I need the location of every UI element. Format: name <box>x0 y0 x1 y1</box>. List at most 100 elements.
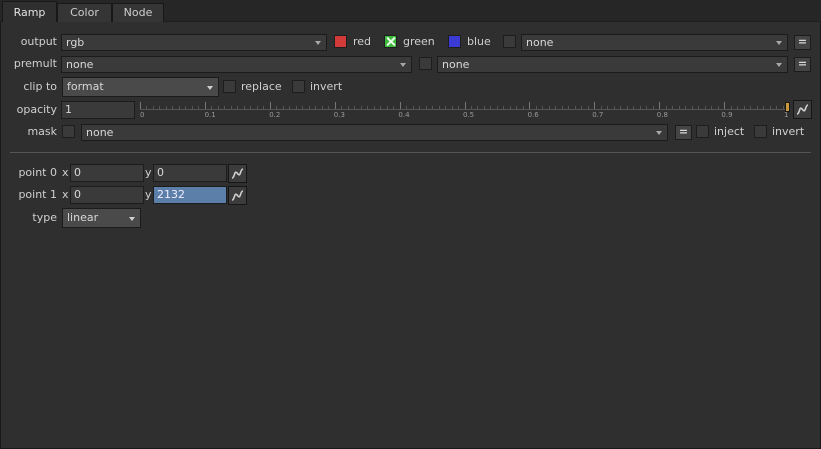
inject-checkbox[interactable] <box>696 125 709 138</box>
slider-tick <box>685 106 687 109</box>
point0-x-input[interactable]: 0 <box>70 164 144 182</box>
slider-tick <box>730 106 732 109</box>
slider-tick <box>386 106 388 109</box>
slider-tick <box>230 106 232 109</box>
output-label: output <box>20 35 57 48</box>
slider-tick-label: 0.3 <box>333 111 345 119</box>
chevron-down-icon <box>656 131 662 135</box>
mask-link-button[interactable]: = <box>675 125 692 140</box>
slider-tick-label: 0.2 <box>269 111 281 119</box>
slider-tick <box>406 106 408 109</box>
slider-tick <box>672 106 674 109</box>
tab-node[interactable]: Node <box>112 3 164 23</box>
slider-tick <box>217 106 219 109</box>
slider-tick <box>470 106 472 109</box>
premult-link-button[interactable]: = <box>794 57 811 72</box>
slider-tick <box>341 106 343 109</box>
slider-tick <box>354 106 356 109</box>
slider-tick <box>373 106 375 109</box>
premult-checkbox[interactable] <box>419 57 432 70</box>
inject-label: inject <box>714 125 745 138</box>
green-channel-checkbox[interactable] <box>384 35 397 48</box>
opacity-input[interactable]: 1 <box>61 101 135 119</box>
premult-dropdown[interactable]: none <box>61 56 412 73</box>
point1-y-label: y <box>145 188 152 201</box>
tab-color[interactable]: Color <box>57 3 112 23</box>
red-channel-label: red <box>353 35 372 48</box>
tab-ramp[interactable]: Ramp <box>2 1 57 23</box>
opacity-slider[interactable] <box>140 101 790 110</box>
slider-tick <box>308 106 310 109</box>
slider-tick <box>678 106 680 109</box>
slider-tick <box>633 106 635 109</box>
premult-extra-dropdown[interactable]: none <box>437 56 788 73</box>
premult-label: premult <box>13 57 57 70</box>
mask-label: mask <box>27 125 57 138</box>
output-extra-dropdown[interactable]: none <box>521 34 788 51</box>
point1-y-input[interactable]: 2132 <box>153 186 227 204</box>
mask-checkbox[interactable] <box>62 125 75 138</box>
slider-tick <box>581 106 583 109</box>
slider-tick <box>399 102 401 109</box>
slider-tick <box>503 106 505 109</box>
clip-invert-checkbox[interactable] <box>292 80 305 93</box>
type-value: linear <box>67 211 99 224</box>
point1-animation-button[interactable] <box>228 186 247 205</box>
mask-dropdown[interactable]: none <box>81 124 668 141</box>
slider-tick <box>574 106 576 109</box>
clip-to-label: clip to <box>23 80 57 93</box>
slider-tick <box>328 106 330 109</box>
slider-tick <box>347 106 349 109</box>
slider-tick-label: 0.9 <box>721 111 733 119</box>
slider-tick <box>782 106 784 109</box>
opacity-slider-handle[interactable] <box>785 102 790 112</box>
red-channel-checkbox[interactable] <box>334 35 347 48</box>
slider-tick <box>724 102 726 109</box>
chevron-down-icon <box>776 41 782 45</box>
curve-icon <box>231 168 244 179</box>
type-dropdown[interactable]: linear <box>62 208 141 228</box>
output-dropdown[interactable]: rgb <box>61 34 327 51</box>
slider-tick <box>152 106 154 109</box>
slider-tick <box>769 106 771 109</box>
mask-invert-checkbox[interactable] <box>754 125 767 138</box>
point0-y-input[interactable]: 0 <box>153 164 227 182</box>
slider-tick <box>555 106 557 109</box>
point1-label: point 1 <box>18 188 57 201</box>
point0-animation-button[interactable] <box>228 164 247 183</box>
clip-to-dropdown[interactable]: format <box>62 77 219 97</box>
type-label: type <box>32 211 57 224</box>
point1-x-input[interactable]: 0 <box>70 186 144 204</box>
output-link-button[interactable]: = <box>794 35 811 50</box>
slider-tick <box>412 106 414 109</box>
slider-tick <box>646 106 648 109</box>
slider-tick <box>282 106 284 109</box>
slider-tick <box>445 106 447 109</box>
slider-tick <box>367 106 369 109</box>
slider-tick <box>756 106 758 109</box>
slider-tick <box>393 106 395 109</box>
slider-tick <box>211 106 213 109</box>
slider-tick <box>691 106 693 109</box>
slider-tick <box>743 106 745 109</box>
chevron-down-icon <box>207 86 213 90</box>
point0-y-label: y <box>145 166 152 179</box>
alpha-channel-checkbox[interactable] <box>503 35 516 48</box>
clip-invert-label: invert <box>310 80 343 93</box>
slider-tick <box>380 106 382 109</box>
slider-tick <box>594 102 596 109</box>
slider-tick <box>276 106 278 109</box>
slider-tick <box>516 106 518 109</box>
slider-tick-label: 0.7 <box>592 111 604 119</box>
slider-tick <box>763 106 765 109</box>
slider-tick-label: 0 <box>140 111 145 119</box>
blue-channel-checkbox[interactable] <box>448 35 461 48</box>
opacity-animation-button[interactable] <box>793 100 812 119</box>
slider-tick <box>172 106 174 109</box>
slider-tick <box>425 106 427 109</box>
premult-value: none <box>66 58 94 71</box>
clip-to-value: format <box>67 80 104 93</box>
replace-checkbox[interactable] <box>223 80 236 93</box>
slider-tick <box>204 102 206 109</box>
slider-tick <box>140 102 141 109</box>
